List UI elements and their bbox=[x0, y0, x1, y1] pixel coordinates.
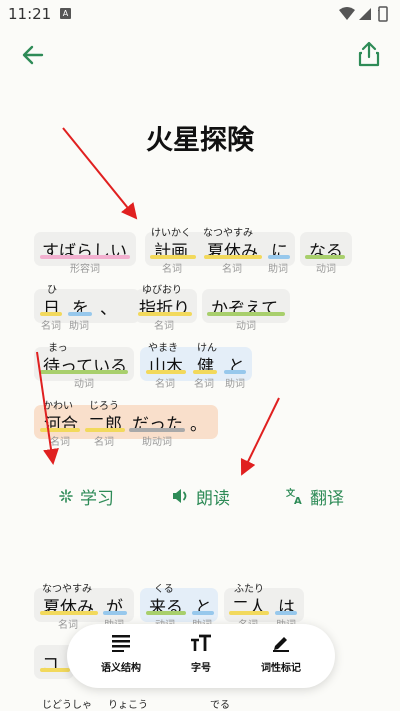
annotation-arrow bbox=[36, 351, 59, 465]
annotation-arrows bbox=[36, 127, 280, 476]
annotation-arrow bbox=[62, 127, 138, 220]
annotation-arrow bbox=[240, 397, 280, 476]
